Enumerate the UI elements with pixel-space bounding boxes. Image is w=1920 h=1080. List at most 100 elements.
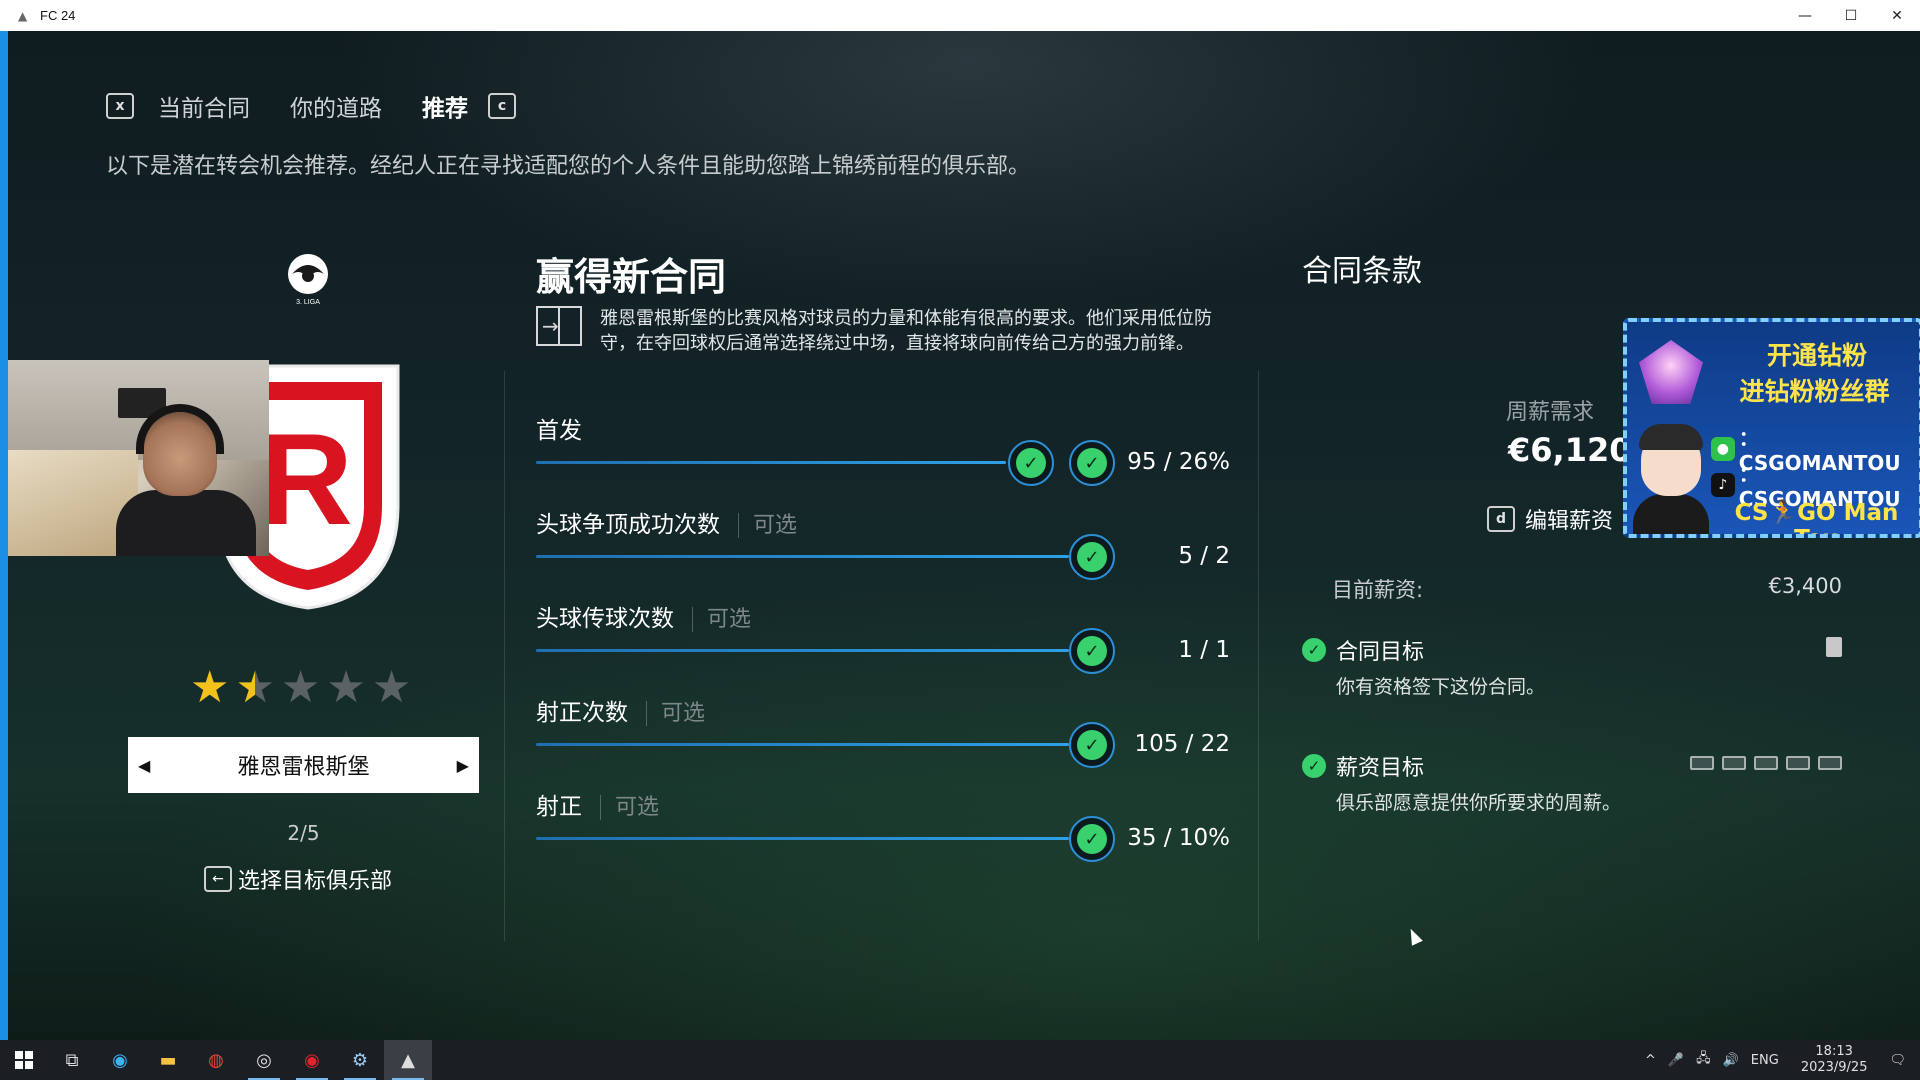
check-icon: ✓ xyxy=(1302,638,1326,662)
check-icon: ✓ xyxy=(1077,448,1107,478)
diamond-badge-icon xyxy=(1639,340,1703,404)
notifications-icon[interactable]: 🗨 xyxy=(1889,1053,1906,1068)
fc24-taskbar-icon[interactable]: ▲ xyxy=(384,1040,432,1080)
objective-desc: 你有资格签下这份合同。 xyxy=(1336,676,1546,698)
contract-terms-title: 合同条款 xyxy=(1302,254,1422,289)
cash-icon xyxy=(1754,756,1778,770)
club-name: 雅恩雷根斯堡 xyxy=(237,755,370,780)
goal-progress-marker: ✓ xyxy=(1069,816,1115,862)
clock[interactable]: 18:13 2023/9/25 xyxy=(1795,1044,1874,1076)
divider xyxy=(1258,371,1259,941)
weekly-wage-value: €6,120 xyxy=(1508,431,1632,469)
window-titlebar: ▲ FC 24 — ☐ ✕ xyxy=(0,0,1920,31)
check-icon: ✓ xyxy=(1302,754,1326,778)
cash-icon xyxy=(1722,756,1746,770)
promo-footer: CS🏃GO Man Tou xyxy=(1734,500,1899,534)
windows-taskbar: ⧉ ◉ ▬ ◍ ◎ ◉ ⚙ ▲ ^ 🎤 🖧 🔊 ENG 18:13 2023/9… xyxy=(0,1040,1920,1080)
network-icon[interactable]: 🖧 xyxy=(1696,1049,1711,1071)
tiktok-icon: ♪ xyxy=(1711,472,1735,497)
goals-title: 赢得新合同 xyxy=(536,255,727,299)
mouse-cursor-icon xyxy=(1405,926,1423,946)
goal-row-shot-accuracy: 射正 可选 ✓ 35 / 10% xyxy=(536,787,1236,867)
current-wage-label: 目前薪资: xyxy=(1332,578,1424,602)
select-target-club-button[interactable]: ← 选择目标俱乐部 xyxy=(204,863,392,895)
divider xyxy=(504,371,505,941)
game-screen: x 当前合同 你的道路 推荐 c 以下是潜在转会机会推荐。经纪人正在寻找适配您的… xyxy=(8,31,1920,1040)
goal-label: 头球争顶成功次数 可选 xyxy=(536,512,798,538)
optional-tag: 可选 xyxy=(738,513,798,538)
task-view-icon[interactable]: ⧉ xyxy=(48,1040,96,1080)
star-empty-icon: ★ xyxy=(371,662,412,713)
objective-title: 薪资目标 xyxy=(1336,756,1425,781)
clock-time: 18:13 xyxy=(1815,1044,1853,1059)
goal-progress-marker: ✓ xyxy=(1069,722,1115,768)
prev-club-arrow-icon[interactable]: ◀ xyxy=(138,756,150,775)
start-button[interactable] xyxy=(0,1040,48,1080)
microphone-icon[interactable]: 🎤 xyxy=(1668,1053,1684,1068)
goal-progress-marker: ✓ xyxy=(1069,628,1115,674)
tactics-field-icon xyxy=(536,306,582,346)
goal-value: 105 / 22 xyxy=(1134,731,1230,757)
goal-row-shots-on-target: 射正次数 可选 ✓ 105 / 22 xyxy=(536,693,1236,773)
obs-icon[interactable]: ◎ xyxy=(240,1040,288,1080)
next-club-arrow-icon[interactable]: ▶ xyxy=(457,756,469,775)
edit-wage-label: 编辑薪资 xyxy=(1525,509,1614,534)
league-logo-icon: 3. LIGA xyxy=(288,254,328,306)
windows-logo-icon xyxy=(15,1051,33,1069)
window-title: FC 24 xyxy=(40,8,76,23)
star-icon: ★ xyxy=(190,662,230,713)
star-half-icon: ★ xyxy=(235,662,275,713)
volume-icon[interactable]: 🔊 xyxy=(1723,1053,1739,1068)
close-button[interactable]: ✕ xyxy=(1874,0,1920,31)
contract-objective: ✓ 合同目标 你有资格签下这份合同。 xyxy=(1302,634,1842,699)
prev-tab-key-icon[interactable]: x xyxy=(106,93,134,119)
cash-icon xyxy=(1818,756,1842,770)
club-rating-stars: ★ ★ ★ ★ ★ xyxy=(190,666,411,710)
goal-label: 射正次数 可选 xyxy=(536,700,706,726)
check-icon: ✓ xyxy=(1016,448,1046,478)
svg-text:R: R xyxy=(259,406,353,552)
edit-key-icon: d xyxy=(1487,506,1515,532)
optional-tag: 可选 xyxy=(600,795,660,820)
goal-target-marker: ✓ xyxy=(1008,440,1054,486)
promo-line2: 进钻粉粉丝群 xyxy=(1739,377,1890,406)
tab-bar: x 当前合同 你的道路 推荐 c xyxy=(106,89,516,123)
next-tab-key-icon[interactable]: c xyxy=(488,93,516,119)
chrome-icon[interactable]: ◍ xyxy=(192,1040,240,1080)
goal-progress-marker: ✓ xyxy=(1069,440,1115,486)
goal-label: 射正 可选 xyxy=(536,794,660,820)
file-explorer-icon[interactable]: ▬ xyxy=(144,1040,192,1080)
language-indicator[interactable]: ENG xyxy=(1751,1053,1779,1068)
tab-recommended[interactable]: 推荐 xyxy=(422,89,468,123)
goal-value: 35 / 10% xyxy=(1127,825,1230,851)
objective-desc: 俱乐部愿意提供你所要求的周薪。 xyxy=(1336,792,1622,814)
page-subtitle: 以下是潜在转会机会推荐。经纪人正在寻找适配您的个人条件且能助您踏上锦绣前程的俱乐… xyxy=(106,154,1031,179)
goal-label: 首发 xyxy=(536,418,582,444)
tray-chevron-icon[interactable]: ^ xyxy=(1645,1053,1656,1068)
check-icon: ✓ xyxy=(1077,730,1107,760)
netease-music-icon[interactable]: ◉ xyxy=(288,1040,336,1080)
wage-objective: ✓ 薪资目标 俱乐部愿意提供你所要求的周薪。 xyxy=(1302,750,1842,815)
star-empty-icon: ★ xyxy=(326,662,366,713)
webcam-overlay xyxy=(8,360,269,556)
current-wage-row: 目前薪资: €3,400 xyxy=(1332,574,1842,604)
club-style-description: 雅恩雷根斯堡的比赛风格对球员的力量和体能有很高的要求。他们采用低位防守，在夺回球… xyxy=(536,306,1236,356)
clock-date: 2023/9/25 xyxy=(1800,1060,1868,1075)
goal-value: 1 / 1 xyxy=(1178,637,1230,663)
window-accent-edge xyxy=(0,31,8,1040)
window-controls: — ☐ ✕ xyxy=(1782,0,1920,31)
steam-icon[interactable]: ⚙ xyxy=(336,1040,384,1080)
maximize-button[interactable]: ☐ xyxy=(1828,0,1874,31)
goal-label: 头球传球次数 可选 xyxy=(536,606,752,632)
wechat-icon: ● xyxy=(1711,436,1735,461)
goal-progress-track xyxy=(536,461,1006,464)
goal-value: 95 / 26% xyxy=(1127,449,1230,475)
club-selector[interactable]: ◀ 雅恩雷根斯堡 ▶ xyxy=(128,737,479,793)
goal-row-starts: 首发 ✓ ✓ 95 / 26% xyxy=(536,411,1236,491)
edge-browser-icon[interactable]: ◉ xyxy=(96,1040,144,1080)
tab-current-contract[interactable]: 当前合同 xyxy=(158,89,250,123)
minimize-button[interactable]: — xyxy=(1782,0,1828,31)
goal-row-headers-won: 头球争顶成功次数 可选 ✓ 5 / 2 xyxy=(536,505,1236,585)
edit-wage-button[interactable]: d 编辑薪资 xyxy=(1487,503,1613,535)
tab-your-path[interactable]: 你的道路 xyxy=(290,89,382,123)
